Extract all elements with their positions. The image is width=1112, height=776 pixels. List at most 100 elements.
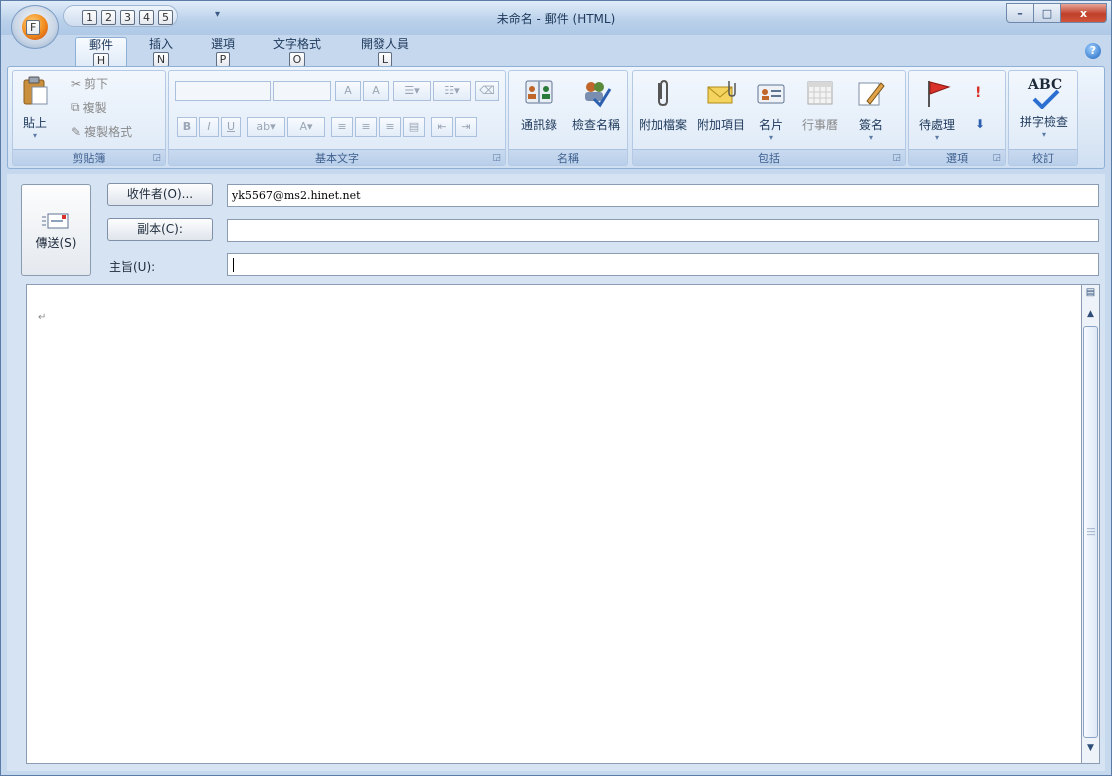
numbering-button[interactable]: ☷▾: [433, 81, 471, 101]
copy-button[interactable]: ⧉ 複製: [71, 99, 107, 116]
align-right-button[interactable]: ≡: [379, 117, 401, 137]
spelling-dropdown-icon[interactable]: ▾: [1013, 130, 1075, 139]
to-button[interactable]: 收件者(O)...: [107, 183, 213, 206]
underline-button[interactable]: U: [221, 117, 241, 137]
tab-developer-label: 開發人員: [360, 37, 409, 51]
signature-dropdown-icon[interactable]: ▾: [851, 133, 891, 142]
shrink-font-button[interactable]: A: [363, 81, 389, 101]
close-button[interactable]: x: [1061, 3, 1107, 23]
minimize-button[interactable]: –: [1006, 3, 1034, 23]
check-names-button[interactable]: 檢查名稱: [567, 77, 625, 133]
tab-insert[interactable]: 插入 N: [141, 37, 181, 67]
font-color-button[interactable]: A▾: [287, 117, 325, 137]
decrease-indent-icon: ⇤: [437, 120, 447, 133]
cut-button[interactable]: ✂ 剪下: [71, 75, 108, 92]
business-card-dropdown-icon[interactable]: ▾: [751, 133, 791, 142]
format-painter-label: 複製格式: [84, 125, 133, 139]
vertical-scrollbar[interactable]: ▤ ▲ ― ― ― ▼: [1081, 284, 1100, 764]
qat-down-keytip[interactable]: 5: [158, 9, 173, 25]
spelling-button[interactable]: ABC 拼字檢查 ▾: [1013, 77, 1075, 139]
align-center-icon: ≡: [361, 120, 371, 133]
shrink-font-label: A: [372, 84, 380, 97]
italic-button[interactable]: I: [199, 117, 219, 137]
attach-item-button[interactable]: 附加項目: [693, 77, 749, 133]
eraser-icon: ⌫: [479, 84, 495, 97]
low-importance-icon[interactable]: ⬇: [975, 117, 985, 131]
paste-dropdown-icon[interactable]: ▾: [17, 131, 53, 140]
to-field[interactable]: yk5567@ms2.hinet.net: [227, 184, 1099, 207]
decrease-indent-button[interactable]: ⇤: [431, 117, 453, 137]
tab-format-text[interactable]: 文字格式 O: [265, 37, 329, 67]
scroll-down-icon[interactable]: ▼: [1082, 743, 1099, 753]
tab-developer-keytip: L: [377, 52, 393, 67]
tab-insert-keytip: N: [152, 52, 170, 67]
attach-item-label: 附加項目: [696, 118, 745, 132]
scroll-up-icon[interactable]: ▲: [1082, 309, 1099, 319]
tab-mail[interactable]: 郵件 H: [75, 37, 127, 68]
tab-options[interactable]: 選項 P: [203, 37, 243, 67]
calendar-icon: [807, 81, 833, 105]
font-color-icon: A▾: [299, 120, 313, 133]
qat-undo-keytip[interactable]: 2: [101, 9, 116, 25]
highlight-button[interactable]: ab▾: [247, 117, 285, 137]
paste-button[interactable]: 貼上 ▾: [17, 75, 53, 140]
help-icon[interactable]: ?: [1085, 43, 1101, 59]
clear-format-button[interactable]: ⌫: [475, 81, 499, 101]
brush-icon: ✎: [71, 124, 82, 139]
quick-access-toolbar: 1 2 3 4 5: [63, 5, 178, 27]
align-left-button[interactable]: ≡: [331, 117, 353, 137]
format-painter-button[interactable]: ✎ 複製格式: [71, 123, 132, 140]
maximize-button[interactable]: □: [1034, 3, 1061, 23]
basic-text-launcher-icon[interactable]: ◲: [492, 153, 501, 163]
cc-field[interactable]: [227, 219, 1099, 242]
scroll-grip-icon: ― ― ―: [1087, 524, 1095, 539]
outlook-message-window: 未命名 - 郵件 (HTML) F 1 2 3 4 5 ▾ – □ x 郵件 H…: [0, 0, 1112, 776]
message-body[interactable]: ↵: [26, 284, 1082, 764]
qat-redo-keytip[interactable]: 3: [120, 9, 135, 25]
paperclip-icon: [658, 79, 668, 107]
follow-up-button[interactable]: 待處理 ▾: [913, 77, 961, 142]
bold-button[interactable]: B: [177, 117, 197, 137]
attach-file-label: 附加檔案: [638, 118, 687, 132]
include-launcher-icon[interactable]: ◲: [892, 153, 901, 163]
qat-up-keytip[interactable]: 4: [139, 9, 154, 25]
high-importance-icon[interactable]: !: [975, 85, 981, 101]
signature-button[interactable]: 簽名 ▾: [851, 77, 891, 142]
follow-up-label: 待處理: [918, 118, 955, 132]
tab-developer[interactable]: 開發人員 L: [353, 37, 417, 67]
tab-format-text-label: 文字格式: [272, 37, 321, 51]
follow-up-flag-icon: [928, 81, 951, 107]
subject-field[interactable]: [227, 253, 1099, 276]
calendar-label: 行事曆: [801, 118, 838, 132]
grow-font-button[interactable]: A: [335, 81, 361, 101]
copy-label: 複製: [82, 101, 107, 115]
justify-icon: ▤: [408, 120, 420, 133]
attach-file-button[interactable]: 附加檔案: [635, 77, 691, 133]
signature-pen-icon: [858, 82, 885, 106]
follow-up-dropdown-icon[interactable]: ▾: [913, 133, 961, 142]
calendar-button[interactable]: 行事曆: [793, 77, 847, 133]
business-card-button[interactable]: 名片 ▾: [751, 77, 791, 142]
increase-indent-button[interactable]: ⇥: [455, 117, 477, 137]
send-button[interactable]: 傳送(S): [21, 184, 91, 276]
font-size-box[interactable]: [273, 81, 331, 101]
cut-label: 剪下: [84, 77, 109, 91]
align-center-button[interactable]: ≡: [355, 117, 377, 137]
bullets-button[interactable]: ☰▾: [393, 81, 431, 101]
tab-options-keytip: P: [215, 52, 231, 67]
address-book-button[interactable]: 通訊錄: [513, 77, 565, 133]
scroll-thumb[interactable]: ― ― ―: [1083, 326, 1098, 738]
clipboard-launcher-icon[interactable]: ◲: [152, 153, 161, 163]
grow-font-label: A: [344, 84, 352, 97]
font-name-box[interactable]: [175, 81, 271, 101]
cc-button[interactable]: 副本(C):: [107, 218, 213, 241]
business-card-icon: [757, 84, 785, 104]
ruler-toggle-icon[interactable]: ▤: [1082, 287, 1099, 298]
qat-save-keytip[interactable]: 1: [82, 9, 97, 25]
options-launcher-icon[interactable]: ◲: [992, 153, 1001, 163]
italic-label: I: [207, 120, 211, 133]
office-button[interactable]: F: [11, 5, 59, 49]
qat-dropdown-icon[interactable]: ▾: [215, 9, 220, 20]
tab-insert-label: 插入: [148, 37, 173, 51]
justify-button[interactable]: ▤: [403, 117, 425, 137]
